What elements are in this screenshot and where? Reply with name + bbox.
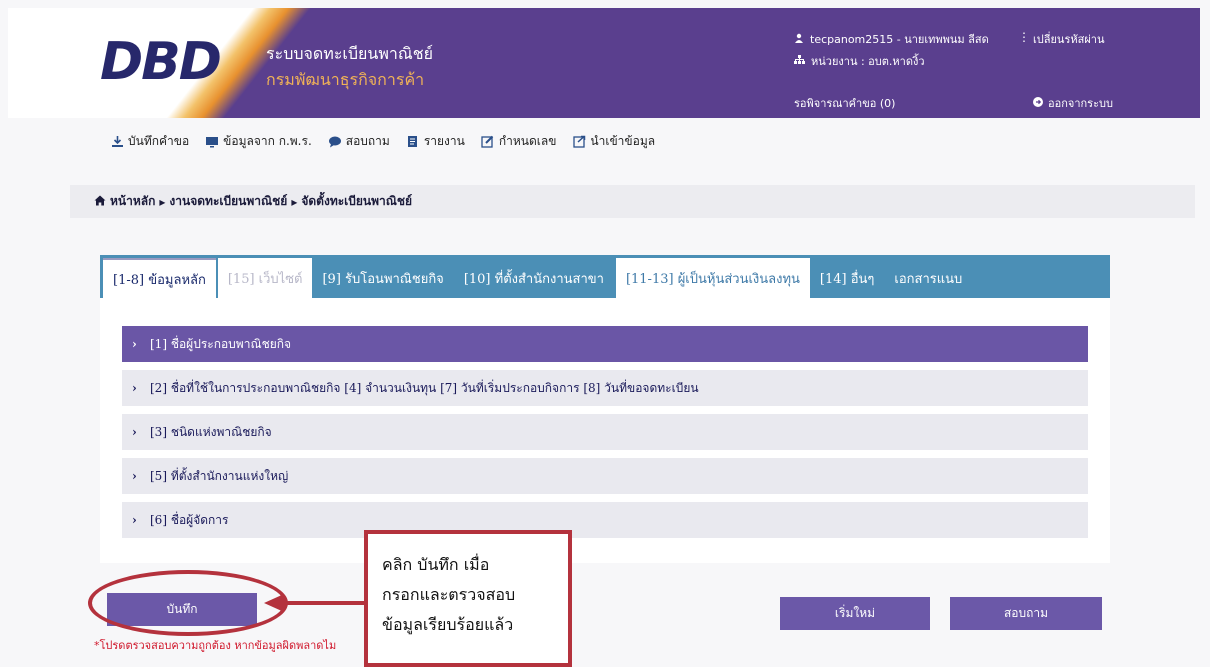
section-business-type[interactable]: › [3] ชนิดแห่งพาณิชยกิจ	[122, 414, 1088, 450]
callout-line: กรอกและตรวจสอบ	[382, 585, 516, 604]
chevron-right-icon: ▸	[291, 194, 298, 209]
download-icon	[110, 135, 124, 148]
tab-website[interactable]: [15] เว็บไซต์	[217, 258, 313, 298]
reset-button[interactable]: เริ่มใหม่	[780, 597, 930, 630]
header-separator: ⋮	[1018, 30, 1030, 44]
logout-label: ออกจากระบบ	[1048, 97, 1113, 110]
chevron-right-icon: ›	[132, 513, 137, 527]
chevron-right-icon: ›	[132, 425, 137, 439]
system-title: ระบบจดทะเบียนพาณิชย์	[266, 44, 433, 63]
pending-requests-link[interactable]: รอพิจารณาคำขอ (0)	[794, 94, 895, 112]
tab-transfer[interactable]: [9] รับโอนพาณิชยกิจ	[312, 258, 453, 298]
breadcrumb-home[interactable]: หน้าหลัก	[110, 192, 155, 211]
form-panel: › [1] ชื่อผู้ประกอบพาณิชยกิจ › [2] ชื่อท…	[100, 298, 1110, 563]
toolbar-label: ข้อมูลจาก ก.พ.ร.	[223, 134, 312, 148]
edit-icon	[481, 135, 495, 148]
inquire-button[interactable]: สอบถาม	[950, 597, 1102, 630]
toolbar-save-request[interactable]: บันทึกคำขอ	[110, 132, 189, 151]
dbd-logo: DBD	[100, 32, 222, 92]
org-unit-icon	[794, 54, 805, 68]
import-icon	[572, 135, 586, 148]
callout-line: คลิก บันทึก เมื่อ	[382, 555, 490, 574]
toolbar-label: สอบถาม	[345, 134, 390, 148]
toolbar-inquiry[interactable]: สอบถาม	[328, 132, 390, 151]
annotation-arrow-icon	[264, 594, 366, 612]
chevron-right-icon: ›	[132, 381, 137, 395]
monitor-icon	[205, 135, 219, 148]
tab-attachments[interactable]: เอกสารแนบ	[884, 258, 972, 298]
toolbar-gpr-data[interactable]: ข้อมูลจาก ก.พ.ร.	[205, 132, 312, 151]
section-trade-name-capital-dates[interactable]: › [2] ชื่อที่ใช้ในการประกอบพาณิชยกิจ [4]…	[122, 370, 1088, 406]
tab-branch-office[interactable]: [10] ที่ตั้งสำนักงานสาขา	[454, 258, 614, 298]
chevron-right-icon: ▸	[159, 194, 166, 209]
tab-partners-capital[interactable]: [11-13] ผู้เป็นหุ้นส่วนเงินลงทุน	[615, 258, 810, 298]
toolbar-import-data[interactable]: นำเข้าข้อมูล	[572, 132, 655, 151]
user-info: tecpanom2515 - นายเทพพนม ลีสด หน่วยงาน :…	[794, 28, 989, 72]
section-head-office[interactable]: › [5] ที่ตั้งสำนักงานแห่งใหญ่	[122, 458, 1088, 494]
callout-line: ข้อมูลเรียบร้อยแล้ว	[382, 615, 514, 634]
chevron-right-icon: ›	[132, 337, 137, 351]
toolbar-label: นำเข้าข้อมูล	[590, 134, 656, 148]
user-icon	[794, 33, 804, 46]
form-tabs: [1-8] ข้อมูลหลัก [15] เว็บไซต์ [9] รับโอ…	[100, 255, 1110, 298]
home-icon	[94, 195, 106, 209]
annotation-callout: คลิก บันทึก เมื่อ กรอกและตรวจสอบ ข้อมูลเ…	[364, 530, 572, 667]
change-password-link[interactable]: เปลี่ยนรหัสผ่าน	[1033, 28, 1104, 50]
app-header: DBD ระบบจดทะเบียนพาณิชย์ กรมพัฒนาธุรกิจก…	[8, 8, 1200, 118]
tab-others[interactable]: [14] อื่นๆ	[810, 258, 885, 298]
annotation-highlight-ellipse	[88, 570, 288, 636]
validation-warning: *โปรดตรวจสอบความถูกต้อง หากข้อมูลผิดพลาด…	[94, 639, 337, 652]
section-business-owner-name[interactable]: › [1] ชื่อผู้ประกอบพาณิชยกิจ	[122, 326, 1088, 362]
user-name[interactable]: tecpanom2515 - นายเทพพนม ลีสด	[810, 30, 989, 48]
toolbar-report[interactable]: รายงาน	[406, 132, 465, 151]
main-toolbar: บันทึกคำขอ ข้อมูลจาก ก.พ.ร. สอบถาม รายงา…	[110, 132, 655, 151]
section-label: [6] ชื่อผู้จัดการ	[150, 512, 229, 527]
breadcrumb-section[interactable]: งานจดทะเบียนพาณิชย์	[169, 192, 287, 211]
section-label: [2] ชื่อที่ใช้ในการประกอบพาณิชยกิจ [4] จ…	[150, 380, 699, 395]
section-label: [5] ที่ตั้งสำนักงานแห่งใหญ่	[150, 468, 289, 483]
breadcrumb: หน้าหลัก ▸ งานจดทะเบียนพาณิชย์ ▸ จัดตั้ง…	[70, 185, 1195, 218]
section-manager-name[interactable]: › [6] ชื่อผู้จัดการ	[122, 502, 1088, 538]
department-name: กรมพัฒนาธุรกิจการค้า	[266, 70, 425, 89]
section-label: [3] ชนิดแห่งพาณิชยกิจ	[150, 424, 272, 439]
toolbar-label: กำหนดเลข	[498, 134, 557, 148]
logout-icon	[1033, 96, 1043, 110]
tab-main-info[interactable]: [1-8] ข้อมูลหลัก	[103, 258, 216, 298]
toolbar-label: บันทึกคำขอ	[128, 134, 190, 148]
chevron-right-icon: ›	[132, 469, 137, 483]
toolbar-assign-number[interactable]: กำหนดเลข	[481, 132, 557, 151]
unit-label: หน่วยงาน : อบต.หาดงิ้ว	[811, 55, 925, 68]
toolbar-label: รายงาน	[423, 134, 465, 148]
document-icon	[406, 135, 420, 148]
logout-link[interactable]: ออกจากระบบ	[1033, 94, 1113, 112]
section-label: [1] ชื่อผู้ประกอบพาณิชยกิจ	[150, 336, 292, 351]
breadcrumb-current: จัดตั้งทะเบียนพาณิชย์	[301, 194, 413, 208]
chat-icon	[328, 135, 342, 148]
